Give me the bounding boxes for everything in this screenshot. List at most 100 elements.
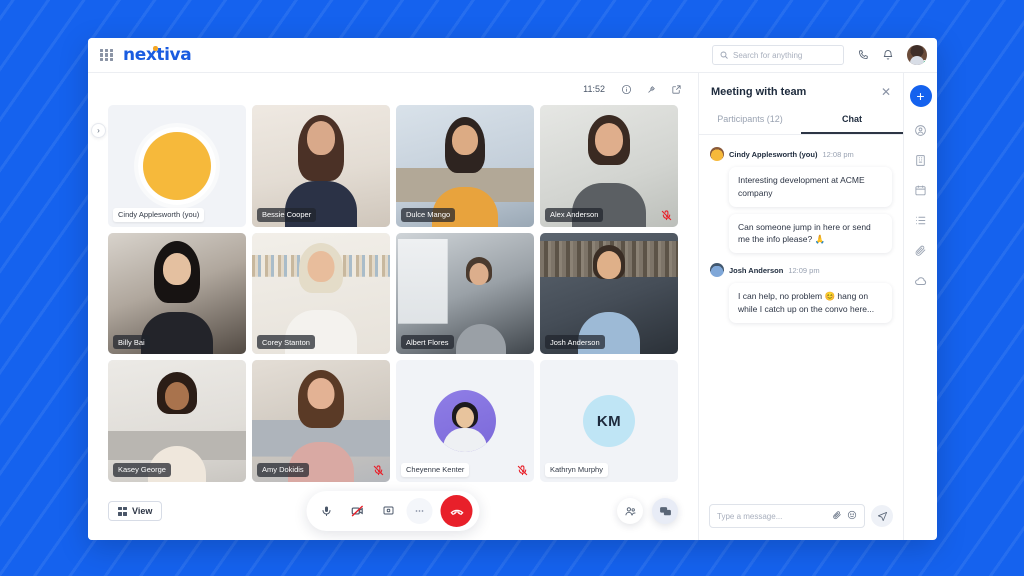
- message-bubble[interactable]: I can help, no problem 😊 hang on while I…: [729, 283, 892, 323]
- logo-accent-dot: [153, 46, 158, 51]
- self-avatar: [143, 131, 211, 200]
- message-group: Cindy Applesworth (you) 12:08 pm Interes…: [710, 147, 892, 253]
- calendar-icon[interactable]: [914, 184, 927, 197]
- contacts-icon[interactable]: [914, 124, 927, 137]
- participant-tile[interactable]: Kasey George: [108, 360, 246, 482]
- participant-name: Albert Flores: [401, 335, 454, 350]
- grid-apps-icon[interactable]: [100, 48, 113, 62]
- popout-icon[interactable]: [671, 84, 682, 95]
- close-icon[interactable]: ✕: [881, 86, 891, 98]
- participant-tile[interactable]: Dulce Mango: [396, 105, 534, 227]
- right-rail: +: [903, 73, 937, 540]
- sidebar-expand-button[interactable]: ›: [91, 123, 106, 138]
- message-group: Josh Anderson 12:09 pm I can help, no pr…: [710, 263, 892, 323]
- grid-view-icon: [118, 506, 127, 516]
- message-composer: Type a message...: [699, 495, 903, 540]
- right-controls: [617, 498, 678, 524]
- chat-panel: Meeting with team ✕ Participants (12) Ch…: [698, 73, 903, 540]
- participant-name: Billy Bai: [113, 335, 150, 350]
- camera-off-button[interactable]: [345, 498, 371, 524]
- participant-initials: KM: [583, 395, 635, 448]
- josh-avatar: [710, 263, 724, 277]
- call-controls: [306, 491, 480, 531]
- participant-tile[interactable]: KM Kathryn Murphy: [540, 360, 678, 482]
- participant-name: Josh Anderson: [545, 335, 605, 350]
- bell-icon[interactable]: [882, 49, 894, 61]
- participant-tile[interactable]: Corey Stanton: [252, 232, 390, 355]
- participants-button[interactable]: [617, 498, 643, 524]
- message-bubble[interactable]: Interesting development at ACME company: [729, 167, 892, 207]
- chat-toggle-button[interactable]: [652, 498, 678, 524]
- mic-muted-icon: [661, 210, 672, 221]
- participant-name: Kasey George: [113, 462, 171, 477]
- participant-grid-wrap: Cindy Applesworth (you) Bessie Cooper Du…: [88, 105, 698, 482]
- chat-tabs: Participants (12) Chat: [699, 107, 903, 135]
- participant-tile[interactable]: Bessie Cooper: [252, 105, 390, 227]
- message-header: Cindy Applesworth (you) 12:08 pm: [710, 147, 892, 161]
- cindy-avatar: [710, 147, 724, 161]
- emoji-icon[interactable]: [847, 507, 857, 525]
- mic-muted-icon: [517, 465, 528, 476]
- participant-name: Cheyenne Kenter: [401, 462, 470, 477]
- tab-chat[interactable]: Chat: [801, 107, 903, 134]
- participant-name: Dulce Mango: [401, 207, 456, 222]
- search-placeholder: Search for anything: [733, 50, 803, 60]
- message-author: Josh Anderson: [729, 265, 784, 275]
- list-icon[interactable]: [914, 214, 927, 227]
- participant-tile[interactable]: Josh Anderson: [540, 232, 678, 355]
- participant-name: Kathryn Murphy: [545, 462, 608, 477]
- add-button[interactable]: +: [909, 85, 932, 107]
- search-input[interactable]: Search for anything: [712, 45, 844, 65]
- phone-icon[interactable]: [857, 49, 869, 61]
- view-button[interactable]: View: [108, 501, 163, 521]
- participant-tile[interactable]: Billy Bai: [108, 232, 246, 355]
- more-options-button[interactable]: [406, 498, 433, 524]
- chat-header: Meeting with team ✕: [699, 73, 903, 107]
- message-header: Josh Anderson 12:09 pm: [710, 263, 892, 277]
- message-input[interactable]: Type a message...: [709, 504, 865, 528]
- meeting-clock: 11:52: [583, 84, 605, 94]
- control-bar: View: [88, 482, 698, 540]
- message-bubble[interactable]: Can someone jump in here or send me the …: [729, 213, 892, 253]
- chat-title: Meeting with team: [711, 86, 807, 98]
- nextiva-logo[interactable]: nextiva: [123, 45, 192, 65]
- pin-icon[interactable]: [646, 84, 657, 95]
- tab-participants[interactable]: Participants (12): [699, 107, 801, 134]
- info-icon[interactable]: [621, 84, 632, 95]
- end-call-button[interactable]: [440, 495, 473, 527]
- microphone-button[interactable]: [314, 498, 340, 524]
- participant-tile[interactable]: Albert Flores: [396, 232, 534, 355]
- app-body: › 11:52 Cindy Applesworth (you) Bessie C…: [88, 73, 937, 540]
- participant-tile[interactable]: Alex Anderson: [540, 105, 678, 227]
- mic-muted-icon: [373, 465, 384, 476]
- speaking-ring: [138, 126, 216, 205]
- message-placeholder: Type a message...: [717, 511, 783, 521]
- participant-tile-self[interactable]: Cindy Applesworth (you): [108, 105, 246, 227]
- message-time: 12:08 pm: [822, 149, 854, 159]
- paperclip-icon[interactable]: [832, 507, 842, 525]
- view-button-label: View: [132, 506, 153, 516]
- video-stage: › 11:52 Cindy Applesworth (you) Bessie C…: [88, 73, 698, 540]
- chat-messages: Cindy Applesworth (you) 12:08 pm Interes…: [699, 135, 903, 495]
- send-button[interactable]: [871, 505, 893, 527]
- participant-name: Alex Anderson: [545, 207, 604, 222]
- cloud-icon[interactable]: [914, 274, 928, 288]
- message-time: 12:09 pm: [788, 265, 820, 275]
- participant-tile[interactable]: Amy Dokidis: [252, 360, 390, 482]
- participant-name: Cindy Applesworth (you): [113, 207, 205, 222]
- share-screen-button[interactable]: [376, 498, 402, 524]
- paperclip-icon[interactable]: [914, 244, 927, 257]
- building-icon[interactable]: [914, 154, 927, 167]
- participant-tile[interactable]: Cheyenne Kenter: [396, 360, 534, 482]
- participant-name: Bessie Cooper: [257, 207, 317, 222]
- top-bar-right: Search for anything: [712, 45, 927, 65]
- message-author: Cindy Applesworth (you): [729, 149, 818, 159]
- top-bar: nextiva Search for anything: [88, 38, 937, 73]
- participant-grid: Cindy Applesworth (you) Bessie Cooper Du…: [108, 105, 678, 482]
- status-badge: [922, 60, 927, 65]
- participant-name: Corey Stanton: [257, 335, 315, 350]
- stage-header: 11:52: [88, 73, 698, 105]
- user-avatar[interactable]: [907, 45, 927, 65]
- participant-avatar: [434, 390, 496, 453]
- nextiva-app-window: nextiva Search for anything › 11:52 Cind…: [88, 38, 937, 540]
